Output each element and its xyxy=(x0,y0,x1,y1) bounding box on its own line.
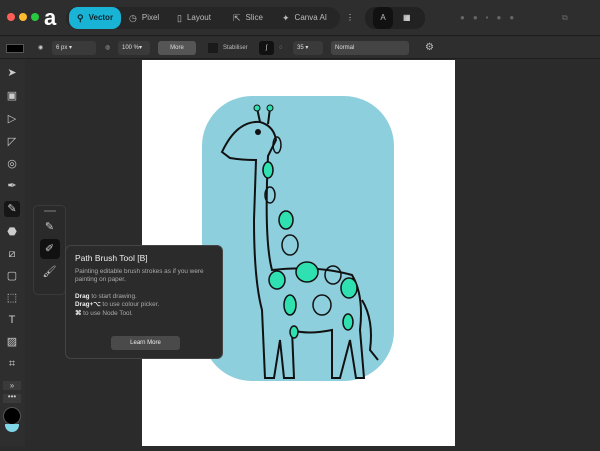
move-tool-icon[interactable]: ➤ xyxy=(4,65,20,81)
layout-icon: ▯ xyxy=(177,13,182,23)
stabiliser-label: Stabiliser xyxy=(223,45,248,51)
affinity-logo: a xyxy=(44,5,57,30)
transparency-tool-icon[interactable]: ⧄ xyxy=(4,246,20,262)
grid-icon[interactable]: ▦ xyxy=(403,7,411,29)
align-icon[interactable]: ⧉ xyxy=(562,7,568,29)
persona-pixel[interactable]: ◷ Pixel xyxy=(129,7,159,29)
pixel-icon: ◷ xyxy=(129,13,137,23)
crop-tool-icon[interactable]: ⌗ xyxy=(4,356,20,372)
image-tool-icon[interactable]: ▨ xyxy=(4,334,20,350)
window-mode-icon[interactable]: ◌ xyxy=(279,41,283,55)
stabiliser-value-field[interactable]: 35 ▾ xyxy=(293,41,323,55)
tooltip-description: Painting editable brush strokes as if yo… xyxy=(75,267,204,284)
close-window-button[interactable] xyxy=(7,13,15,21)
rectangle-tool-icon[interactable]: ▢ xyxy=(4,268,20,284)
tool-tooltip: Path Brush Tool [B] Painting editable br… xyxy=(65,245,223,359)
brush-width-icon: ◉ xyxy=(38,45,44,51)
pencil-tool-icon[interactable]: ✎ xyxy=(34,220,65,233)
fill-tool-icon[interactable]: ⬣ xyxy=(4,224,20,240)
learn-more-button[interactable]: Learn More xyxy=(111,336,180,350)
tools-panel: ➤ ▣ ▷ ◸ ◎ ✒ ✎ ⬣ ⧄ ▢ ⬚ T ▨ ⌗ » ••• xyxy=(0,60,25,446)
rope-mode-icon[interactable]: ʃ xyxy=(259,41,274,55)
pen-tool-icon[interactable]: ✒ xyxy=(4,178,20,194)
blend-mode-select[interactable]: Normal xyxy=(331,41,409,55)
expand-tools-icon[interactable]: » xyxy=(3,381,21,390)
opacity-icon: ◍ xyxy=(105,45,111,51)
flyout-handle[interactable] xyxy=(43,210,56,212)
context-toolbar: ◉ 6 px ▾ ◍ 100 %▾ More Stabiliser ʃ ◌ 35… xyxy=(0,37,600,59)
persona-vector[interactable]: ⚲ Vector xyxy=(69,7,122,29)
tooltip-line: Drag to start drawing. xyxy=(75,292,137,300)
boolean-ops-icons[interactable]: ●●▪●● xyxy=(460,7,522,29)
corner-tool-icon[interactable]: ◸ xyxy=(4,134,20,150)
gear-icon[interactable]: ⚙ xyxy=(425,41,434,55)
persona-layout[interactable]: ▯ Layout xyxy=(177,7,211,29)
more-tools-icon[interactable]: ••• xyxy=(3,393,21,403)
secondary-color-well[interactable] xyxy=(5,424,19,432)
shape-select-icon[interactable]: ⬚ xyxy=(4,290,20,306)
tooltip-line: ⌘ to use Node Tool. xyxy=(75,309,133,317)
slice-icon: ⇱ xyxy=(233,13,241,23)
node-tool-icon[interactable]: ▷ xyxy=(4,111,20,127)
path-brush-tool-icon[interactable]: ✎ xyxy=(4,201,20,217)
text-tool-icon[interactable]: T xyxy=(4,312,20,328)
vector-icon: ⚲ xyxy=(77,13,84,23)
stabiliser-checkbox[interactable] xyxy=(208,43,218,53)
text-mode-icon[interactable]: A xyxy=(373,7,393,29)
opacity-field[interactable]: 100 %▾ xyxy=(118,41,150,55)
brush-tools-flyout: ✎ ✐ 🖌︎ xyxy=(33,205,66,295)
tooltip-title: Path Brush Tool [B] xyxy=(75,253,148,263)
top-toolbar: a ⚲ Vector ◷ Pixel ▯ Layout ⇱ Slice ✦ Canva A… xyxy=(0,0,600,36)
persona-slice[interactable]: ⇱ Slice xyxy=(233,7,263,29)
size-field[interactable]: 6 px ▾ xyxy=(52,41,96,55)
vector-crop-icon[interactable]: ◎ xyxy=(4,156,20,172)
sparkle-icon: ✦ xyxy=(282,13,290,23)
tooltip-line: Drag+⌥ to use colour picker. xyxy=(75,301,160,308)
more-menu-icon[interactable]: ⋮ xyxy=(346,7,354,29)
brush-tool-icon[interactable]: 🖌︎ xyxy=(34,265,65,278)
persona-canva-ai[interactable]: ✦ Canva AI xyxy=(282,7,327,29)
artboard-tool-icon[interactable]: ▣ xyxy=(4,88,20,104)
more-button[interactable]: More xyxy=(158,41,196,55)
stroke-color-swatch[interactable] xyxy=(6,44,24,53)
rounded-rect-shape xyxy=(202,96,394,381)
color-well[interactable] xyxy=(3,407,21,425)
minimize-window-button[interactable] xyxy=(19,13,27,21)
path-brush-tool-option-icon[interactable]: ✐ xyxy=(39,239,60,259)
maximize-window-button[interactable] xyxy=(31,13,39,21)
